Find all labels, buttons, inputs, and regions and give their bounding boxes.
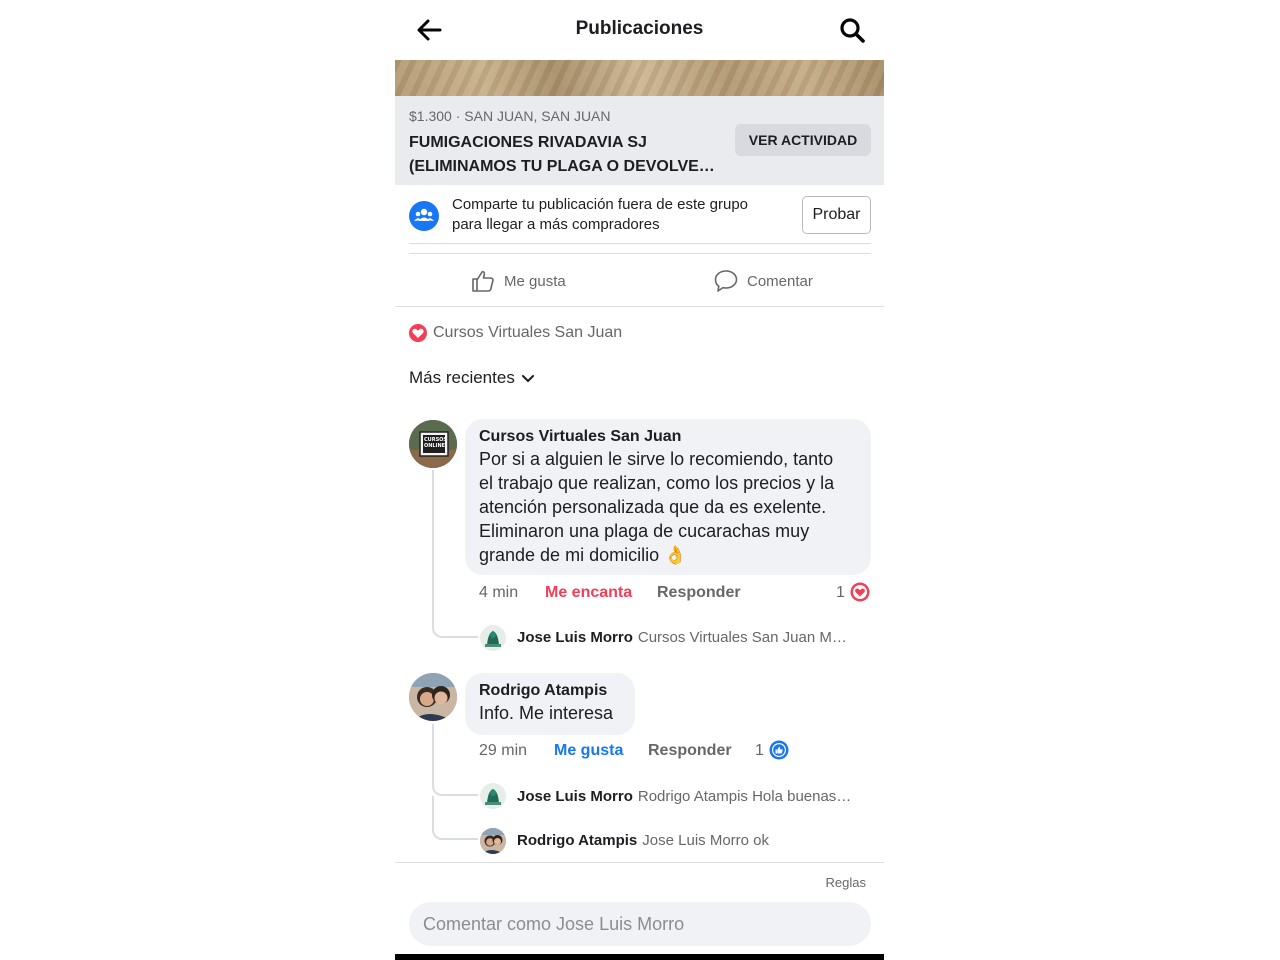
- reply-text: Rodrigo Atampis Hola buenas…: [637, 788, 852, 805]
- avatar[interactable]: [409, 673, 457, 721]
- chevron-down-icon: [521, 375, 534, 382]
- reply-button[interactable]: Responder: [657, 584, 741, 602]
- search-button[interactable]: [836, 14, 868, 46]
- love-reaction-button[interactable]: Me encanta: [545, 584, 632, 602]
- search-icon: [840, 18, 865, 43]
- divider: [409, 253, 871, 254]
- listing-title-line2: (ELIMINAMOS TU PLAGA O DEVOLVE…: [409, 158, 715, 175]
- comment-time: 29 min: [479, 742, 528, 759]
- avatar[interactable]: [480, 783, 506, 809]
- comment-time: 4 min: [479, 584, 519, 601]
- rules-link[interactable]: Reglas: [826, 875, 866, 890]
- like-reaction-button[interactable]: Me gusta: [554, 742, 623, 760]
- view-activity-button[interactable]: VER ACTIVIDAD: [735, 124, 871, 156]
- divider: [395, 306, 884, 307]
- listing-title-line1: FUMIGACIONES RIVADAVIA SJ: [409, 134, 647, 151]
- comment-line: el trabajo que realizan, como los precio…: [479, 473, 835, 493]
- listing-title: FUMIGACIONES RIVADAVIA SJ (ELIMINAMOS TU…: [409, 131, 729, 179]
- comment-text: Info. Me interesa: [479, 703, 614, 723]
- sort-label: Más recientes: [409, 368, 515, 387]
- reply-button[interactable]: Responder: [648, 742, 732, 760]
- comment-label: Comentar: [747, 272, 813, 290]
- reply-preview[interactable]: Rodrigo Atampis Jose Luis Morro ok: [517, 832, 872, 849]
- page-title: Publicaciones: [575, 18, 704, 39]
- like-button[interactable]: Me gusta: [470, 268, 566, 294]
- comment-author[interactable]: Rodrigo Atampis: [479, 681, 621, 701]
- comment-line: Por si a alguien le sirve lo recomiendo,…: [479, 449, 834, 469]
- thread-connector: [432, 782, 478, 796]
- try-button[interactable]: Probar: [802, 196, 871, 234]
- comment-line-text: grande de mi domicilio: [479, 545, 660, 565]
- post-actions: Me gusta Comentar: [395, 256, 884, 306]
- group-icon: [409, 201, 439, 231]
- top-bar: Publicaciones: [395, 0, 884, 60]
- share-prompt: Comparte tu publicación fuera de este gr…: [395, 185, 884, 245]
- share-prompt-line1: Comparte tu publicación fuera de este gr…: [452, 196, 749, 213]
- comment-bubble[interactable]: Cursos Virtuales San Juan Por si a algui…: [465, 419, 871, 575]
- comment-bubble[interactable]: Rodrigo Atampis Info. Me interesa: [465, 673, 635, 735]
- comment-bubble-icon: [714, 270, 738, 292]
- thread-line: [432, 796, 434, 826]
- comment-meta: 29 min Me gusta Responder 1: [395, 740, 884, 765]
- reaction-summary[interactable]: Cursos Virtuales San Juan: [409, 322, 622, 344]
- system-bar: [395, 954, 884, 960]
- thumbs-up-icon: [472, 270, 494, 292]
- share-prompt-text: Comparte tu publicación fuera de este gr…: [452, 195, 797, 235]
- reply-author[interactable]: Jose Luis Morro: [517, 788, 633, 805]
- thread-line: [432, 724, 434, 784]
- reply-text: Cursos Virtuales San Juan M…: [637, 629, 847, 646]
- reply-preview[interactable]: Jose Luis Morro Rodrigo Atampis Hola buen…: [517, 788, 872, 805]
- listing-price-location: $1.300 · SAN JUAN, SAN JUAN: [409, 108, 611, 124]
- reply-author[interactable]: Jose Luis Morro: [517, 629, 633, 646]
- comment-line: Eliminaron una plaga de cucarachas muy: [479, 521, 810, 541]
- comment-meta: 4 min Me encanta Responder 1: [395, 582, 884, 607]
- avatar[interactable]: CURSOS ONLINE: [409, 420, 457, 468]
- sort-dropdown[interactable]: Más recientes: [409, 368, 535, 388]
- reply-text: Jose Luis Morro ok: [642, 832, 769, 849]
- avatar-logo-text: CURSOS ONLINE: [424, 437, 448, 449]
- thread-connector: [432, 624, 478, 638]
- comment-line: grande de mi domicilio 👌: [479, 543, 857, 567]
- heart-icon: [850, 582, 870, 607]
- listing-card[interactable]: $1.300 · SAN JUAN, SAN JUAN FUMIGACIONES…: [395, 96, 884, 185]
- avatar[interactable]: [480, 828, 506, 854]
- avatar[interactable]: [480, 625, 506, 651]
- comment-author[interactable]: Cursos Virtuales San Juan: [479, 427, 857, 447]
- comment-input[interactable]: [409, 902, 871, 946]
- divider: [395, 862, 884, 863]
- like-label: Me gusta: [504, 272, 566, 290]
- listing-photo[interactable]: [395, 60, 884, 96]
- comment-text: Por si a alguien le sirve lo recomiendo,…: [479, 447, 857, 567]
- phone-screen: Publicaciones $1.300 · SAN JUAN, SAN JUA…: [395, 0, 884, 960]
- share-prompt-line2: para llegar a más compradores: [452, 216, 660, 233]
- divider: [409, 243, 871, 244]
- reaction-count[interactable]: 1: [755, 742, 764, 760]
- comment-button[interactable]: Comentar: [713, 268, 813, 294]
- thread-line: [432, 470, 434, 626]
- reply-preview[interactable]: Jose Luis Morro Cursos Virtuales San Juan…: [517, 629, 872, 646]
- reaction-count[interactable]: 1: [836, 584, 845, 602]
- comment-line: atención personalizada que da es exelent…: [479, 497, 827, 517]
- heart-icon: [409, 324, 427, 342]
- ok-hand-emoji: 👌: [664, 545, 687, 565]
- reply-author[interactable]: Rodrigo Atampis: [517, 832, 637, 849]
- reaction-summary-name: Cursos Virtuales San Juan: [433, 324, 623, 341]
- thread-connector: [432, 826, 478, 840]
- thumbs-up-icon: [769, 740, 789, 765]
